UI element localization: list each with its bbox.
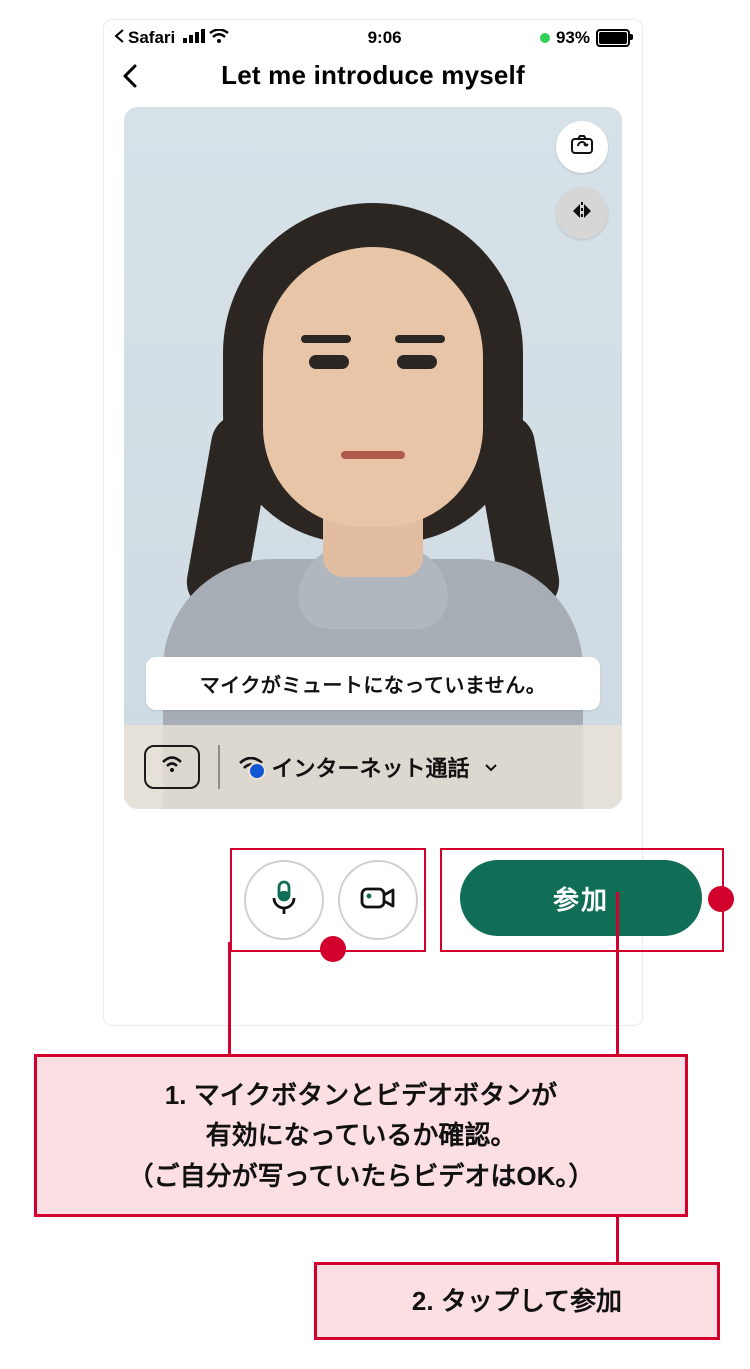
microphone-icon [269,878,299,923]
microphone-toggle-button[interactable] [244,860,324,940]
audio-option-label: インターネット通話 [272,751,470,783]
annotation-callout-2: 2. タップして参加 [314,1262,720,1340]
mirror-icon [569,198,595,229]
annotation-dot-1 [320,936,346,962]
mute-status-toast: マイクがミュートになっていません。 [146,657,600,710]
annotation-2-text: 2. タップして参加 [327,1283,707,1319]
mirror-video-button[interactable] [556,187,608,239]
annotation-dot-2 [708,886,734,912]
annotation-callout-1: 1. マイクボタンとビデオボタンが 有効になっているか確認。 （ご自分が写ってい… [34,1054,688,1217]
phone-frame: Safari 9:06 93% Let me introduce myself [104,20,642,1025]
annotation-1-line2: 有効になっているか確認。 [47,1115,675,1155]
divider [218,745,220,789]
status-bar: Safari 9:06 93% [104,20,642,56]
audio-options-bar: インターネット通話 [124,725,622,809]
chevron-down-icon [484,754,498,780]
video-preview: マイクがミュートになっていません。 インターネット通話 [124,107,622,809]
switch-camera-icon [568,131,596,164]
internet-audio-icon [238,757,264,777]
join-button-label: 参加 [553,880,609,917]
wifi-icon [209,28,229,48]
switch-camera-button[interactable] [556,121,608,173]
status-time: 9:06 [368,28,402,48]
nav-bar: Let me introduce myself [104,56,642,101]
annotation-1-line3: （ご自分が写っていたらビデオはOK。） [47,1156,675,1196]
annotation-leader-1 [228,942,231,1054]
camera-toggle-button[interactable] [338,860,418,940]
check-badge-icon [248,762,266,780]
video-camera-icon [359,884,397,917]
annotation-1-line1: 1. マイクボタンとビデオボタンが [47,1075,675,1115]
battery-icon [596,29,630,47]
back-to-app-label[interactable]: Safari [128,28,175,48]
cellular-icon [183,28,205,48]
cast-button[interactable] [144,745,200,789]
audio-option-select[interactable]: インターネット通話 [238,751,498,783]
camera-active-indicator-icon [540,33,550,43]
page-title: Let me introduce myself [118,60,628,91]
cast-icon [160,756,184,779]
battery-percent: 93% [556,28,590,48]
back-to-app-icon[interactable] [114,28,124,48]
join-button[interactable]: 参加 [460,860,702,936]
